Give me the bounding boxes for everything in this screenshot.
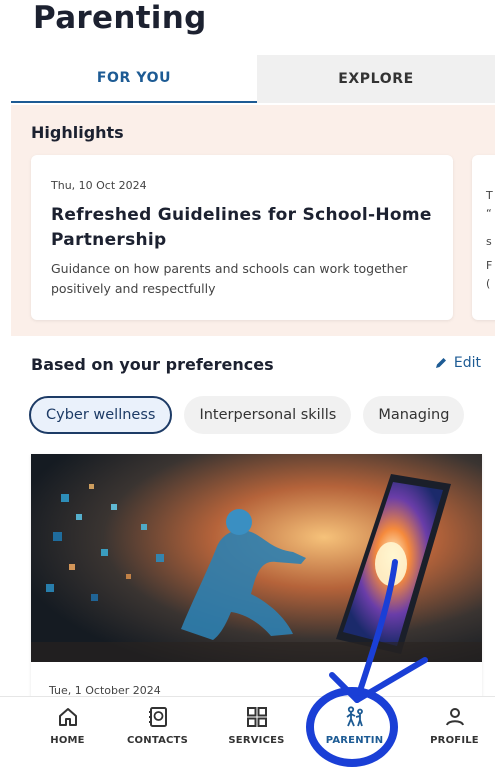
peek-letter: T: [486, 189, 493, 202]
bottom-nav: HOME CONTACTS SERVICES PARENTIN PROFILE: [0, 696, 495, 772]
grid-icon: [246, 707, 267, 727]
edit-label: Edit: [453, 355, 481, 371]
tab-bar: FOR YOU EXPLORE: [11, 55, 495, 103]
nav-label-home: HOME: [50, 735, 85, 746]
nav-contacts[interactable]: CONTACTS: [108, 697, 207, 767]
article-image: [31, 454, 482, 662]
peek-letter: “: [486, 207, 492, 220]
peek-letter: F: [486, 259, 493, 272]
highlight-title: Refreshed Guidelines for School-Home Par…: [51, 205, 432, 250]
person-icon: [445, 708, 464, 726]
nav-profile[interactable]: PROFILE: [405, 697, 495, 767]
highlight-card-next[interactable]: T “ s F (: [472, 155, 495, 320]
chip-managing[interactable]: Managing: [363, 396, 465, 434]
nav-label-parenting: PARENTIN: [325, 735, 384, 746]
highlight-description: Guidance on how parents and schools can …: [51, 261, 408, 296]
chip-interpersonal-skills[interactable]: Interpersonal skills: [184, 396, 352, 434]
nav-label-contacts: CONTACTS: [127, 735, 188, 746]
parenting-icon: [345, 706, 363, 727]
tab-explore[interactable]: EXPLORE: [257, 55, 495, 103]
peek-letter: (: [486, 277, 491, 290]
contacts-icon: [148, 707, 167, 727]
highlight-date: Thu, 10 Oct 2024: [51, 179, 147, 192]
nav-label-services: SERVICES: [228, 735, 285, 746]
highlights-section: Highlights Thu, 10 Oct 2024 Refreshed Gu…: [11, 105, 495, 336]
tab-for-you[interactable]: FOR YOU: [11, 55, 257, 103]
preferences-heading: Based on your preferences: [31, 355, 274, 374]
preference-chips: Cyber wellness Interpersonal skills Mana…: [29, 396, 465, 436]
chip-cyber-wellness[interactable]: Cyber wellness: [29, 396, 173, 434]
nav-home[interactable]: HOME: [18, 697, 117, 767]
page-title: Parenting: [33, 0, 207, 36]
highlight-card[interactable]: Thu, 10 Oct 2024 Refreshed Guidelines fo…: [31, 155, 453, 320]
nav-label-profile: PROFILE: [430, 735, 479, 746]
article-card[interactable]: Tue, 1 October 2024: [31, 454, 482, 714]
edit-button[interactable]: Edit: [434, 355, 481, 371]
home-icon: [58, 708, 77, 726]
pencil-icon: [435, 358, 446, 368]
peek-letter: s: [486, 235, 492, 248]
nav-services[interactable]: SERVICES: [207, 697, 306, 767]
highlights-heading: Highlights: [31, 123, 124, 142]
nav-parenting[interactable]: PARENTIN: [305, 697, 404, 767]
